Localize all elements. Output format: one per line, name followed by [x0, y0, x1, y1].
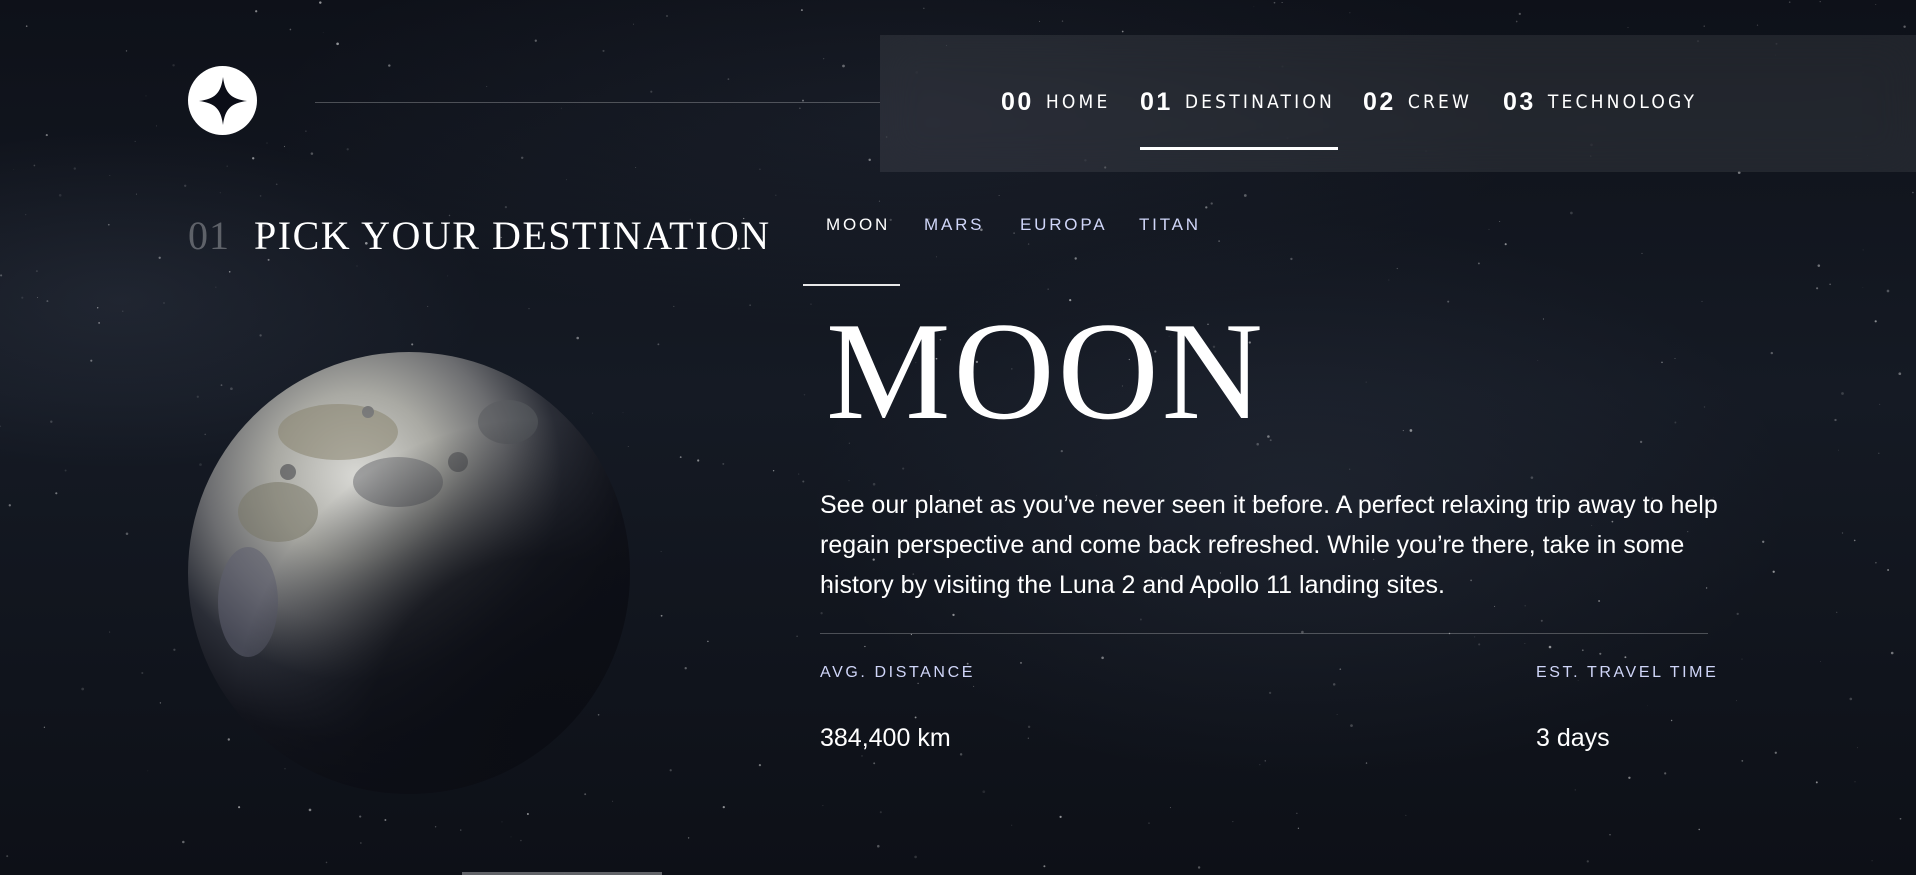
- destination-name: MOON: [826, 294, 1266, 449]
- avg-distance-label: AVG. DISTANCE: [820, 664, 976, 681]
- page-heading: 01 PICK YOUR DESTINATION: [188, 212, 771, 259]
- tab-europa[interactable]: EUROPA: [1020, 215, 1107, 235]
- tab-titan[interactable]: TITAN: [1139, 215, 1201, 235]
- tab-moon[interactable]: MOON: [826, 215, 890, 235]
- stats-divider: [820, 633, 1708, 634]
- nav-item-label: CREW: [1407, 91, 1473, 113]
- page-heading-number: 01: [188, 213, 230, 258]
- star-logo-icon: [198, 76, 247, 125]
- header-divider-line: [315, 102, 880, 103]
- tab-active-indicator: [803, 284, 900, 286]
- travel-time-label: EST. TRAVEL TIME: [1536, 664, 1719, 681]
- site-logo[interactable]: [188, 66, 257, 135]
- avg-distance-value: 384,400 km: [820, 724, 951, 752]
- nav-item-destination[interactable]: 01 DESTINATION: [1140, 87, 1335, 117]
- nav-item-number: 01: [1140, 87, 1173, 116]
- nav-item-label: HOME: [1045, 91, 1111, 113]
- tab-mars[interactable]: MARS: [924, 215, 984, 235]
- nav-item-label: TECHNOLOGY: [1547, 91, 1698, 113]
- nav-active-indicator: [1140, 147, 1338, 150]
- nav-item-number: 00: [1001, 87, 1034, 116]
- nav-item-technology[interactable]: 03 TECHNOLOGY: [1503, 87, 1697, 117]
- moon-image: [188, 352, 630, 794]
- nav-item-crew[interactable]: 02 CREW: [1363, 87, 1472, 117]
- nav-item-home[interactable]: 00 HOME: [1001, 87, 1110, 117]
- page-title: PICK YOUR DESTINATION: [254, 213, 771, 258]
- destination-description: See our planet as you’ve never seen it b…: [820, 491, 1718, 599]
- travel-time-value: 3 days: [1536, 724, 1610, 752]
- nav-item-number: 03: [1503, 87, 1536, 116]
- nav-item-number: 02: [1363, 87, 1396, 116]
- nav-item-label: DESTINATION: [1184, 91, 1336, 113]
